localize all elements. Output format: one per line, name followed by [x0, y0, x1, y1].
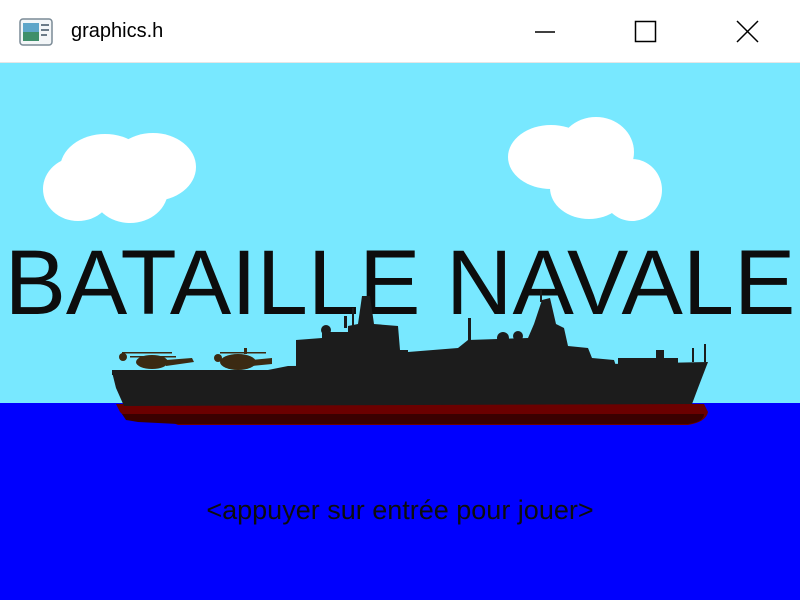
minimize-button[interactable]: [512, 0, 578, 63]
maximize-button[interactable]: [612, 0, 678, 63]
minimize-icon: [535, 31, 555, 33]
window-app-icon: [19, 18, 53, 46]
window-title: graphics.h: [71, 20, 164, 42]
warship-image: [112, 290, 708, 425]
maximize-icon: [634, 20, 657, 43]
cloud-left: [40, 129, 200, 225]
game-window: graphics.h BATAILLE NAVALE <appuyer sur …: [0, 0, 800, 600]
cloud-right: [508, 117, 666, 225]
title-bar[interactable]: graphics.h: [0, 0, 800, 63]
close-icon: [736, 20, 759, 43]
close-button[interactable]: [714, 0, 780, 63]
start-prompt: <appuyer sur entrée pour jouer>: [206, 495, 594, 525]
game-canvas[interactable]: BATAILLE NAVALE <appuyer sur entrée pour…: [0, 63, 800, 600]
